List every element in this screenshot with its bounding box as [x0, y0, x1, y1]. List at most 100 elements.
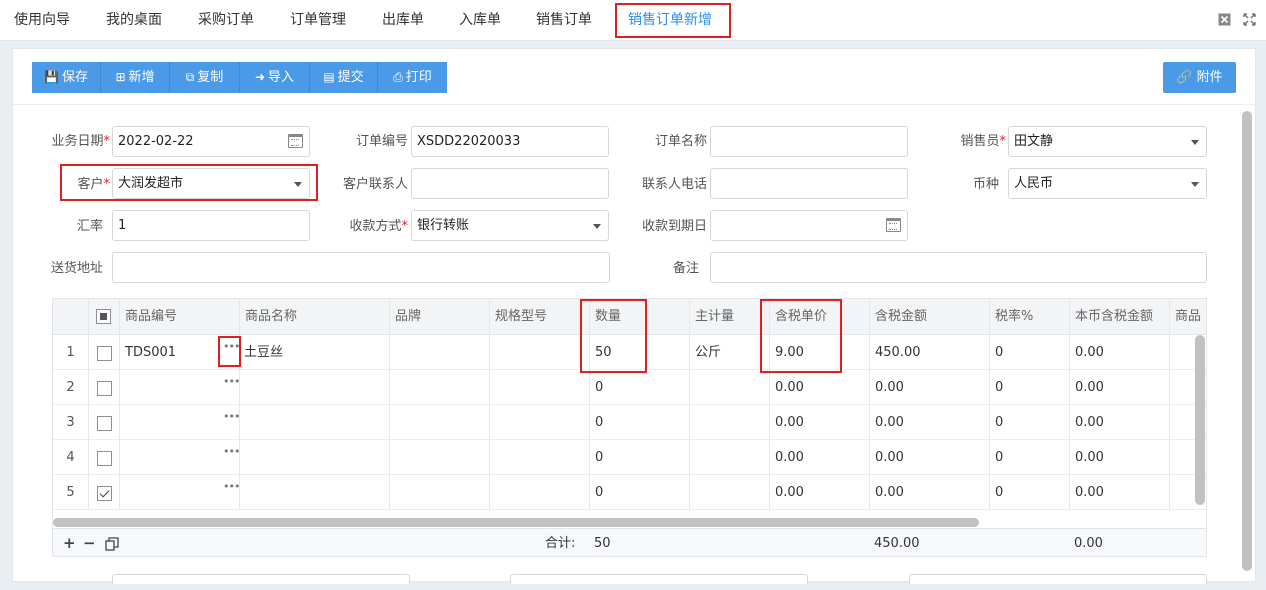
header-more[interactable]: 商品 [1170, 299, 1206, 335]
header-brand[interactable]: 品牌 [390, 299, 490, 335]
cell-tax[interactable]: 0 [990, 335, 1070, 370]
header-qty[interactable]: 数量 [590, 299, 690, 335]
cell-local-amount[interactable]: 0.00 [1070, 475, 1170, 510]
row-checkbox[interactable] [97, 381, 112, 396]
cell-spec[interactable] [490, 405, 590, 440]
tab-guide[interactable]: 使用向导 [14, 0, 70, 40]
cell-unit[interactable] [690, 475, 770, 510]
cell-brand[interactable] [390, 335, 490, 370]
submit-button[interactable]: ▤ 提交 [310, 62, 378, 93]
ellipsis-icon[interactable]: ••• [223, 405, 240, 429]
header-amount[interactable]: 含税金额 [870, 299, 990, 335]
remark-field[interactable] [710, 252, 1207, 283]
cell-local-amount[interactable]: 0.00 [1070, 440, 1170, 475]
header-local-amount[interactable]: 本币含税金额 [1070, 299, 1170, 335]
cell-tax[interactable]: 0 [990, 370, 1070, 405]
ellipsis-icon[interactable]: ••• [223, 335, 240, 359]
copy-row-icon[interactable] [105, 537, 119, 551]
copy-button[interactable]: ⧉ 复制 [170, 62, 240, 93]
header-name[interactable]: 商品名称 [240, 299, 390, 335]
cell-qty[interactable]: 0 [590, 370, 690, 405]
cell-local-amount[interactable]: 0.00 [1070, 370, 1170, 405]
cell-brand[interactable] [390, 370, 490, 405]
due-date-field[interactable] [710, 210, 908, 241]
rate-field[interactable]: 1 [112, 210, 310, 241]
cell-amount[interactable]: 0.00 [870, 370, 990, 405]
cell-amount[interactable]: 0.00 [870, 405, 990, 440]
cell-brand[interactable] [390, 405, 490, 440]
cell-name[interactable] [240, 370, 390, 405]
tab-desktop[interactable]: 我的桌面 [106, 0, 162, 40]
cell-amount[interactable]: 450.00 [870, 335, 990, 370]
cell-spec[interactable] [490, 475, 590, 510]
header-price[interactable]: 含税单价 [770, 299, 870, 335]
table-row[interactable]: 2 0 0.00 0.00 0 0.00 ••• [53, 370, 1206, 405]
order-no-field[interactable]: XSDD22020033 [411, 126, 609, 157]
import-button[interactable]: ➜ 导入 [240, 62, 310, 93]
cell-code[interactable] [120, 440, 240, 475]
cell-local-amount[interactable]: 0.00 [1070, 405, 1170, 440]
contact-phone-field[interactable] [710, 168, 908, 199]
cell-unit[interactable] [690, 405, 770, 440]
cell-qty[interactable]: 0 [590, 405, 690, 440]
cell-spec[interactable] [490, 370, 590, 405]
cell-tax[interactable]: 0 [990, 440, 1070, 475]
cell-price[interactable]: 0.00 [770, 440, 870, 475]
salesman-select[interactable]: 田文静 [1008, 126, 1207, 157]
table-row[interactable]: 4 0 0.00 0.00 0 0.00 ••• [53, 440, 1206, 475]
cell-qty[interactable]: 0 [590, 440, 690, 475]
cell-code[interactable] [120, 370, 240, 405]
currency-select[interactable]: 人民币 [1008, 168, 1207, 199]
print-button[interactable]: ⎙ 打印 [378, 62, 447, 93]
cell-unit[interactable]: 公斤 [690, 335, 770, 370]
save-button[interactable]: 💾 保存 [32, 62, 101, 93]
tab-purchase-order[interactable]: 采购订单 [198, 0, 254, 40]
ellipsis-icon[interactable]: ••• [223, 370, 240, 394]
cell-unit[interactable] [690, 440, 770, 475]
cell-spec[interactable] [490, 335, 590, 370]
header-code[interactable]: 商品编号 [120, 299, 240, 335]
fullscreen-icon[interactable] [1243, 13, 1256, 26]
table-row[interactable]: 3 0 0.00 0.00 0 0.00 ••• [53, 405, 1206, 440]
cell-amount[interactable]: 0.00 [870, 440, 990, 475]
row-checkbox[interactable] [97, 451, 112, 466]
tab-sales-order[interactable]: 销售订单 [536, 0, 592, 40]
horizontal-scrollbar[interactable] [53, 518, 979, 527]
remove-row-icon[interactable]: − [83, 536, 96, 551]
cell-brand[interactable] [390, 440, 490, 475]
cell-price[interactable]: 0.00 [770, 405, 870, 440]
header-spec[interactable]: 规格型号 [490, 299, 590, 335]
cell-qty[interactable]: 0 [590, 475, 690, 510]
table-row[interactable]: 5 0 0.00 0.00 0 0.00 ••• [53, 475, 1206, 510]
tab-order-management[interactable]: 订单管理 [290, 0, 346, 40]
cell-name[interactable] [240, 475, 390, 510]
cell-name[interactable]: 土豆丝 [240, 335, 390, 370]
cell-code[interactable] [120, 405, 240, 440]
row-checkbox[interactable] [97, 486, 112, 501]
add-button[interactable]: ⊞ 新增 [101, 62, 170, 93]
row-checkbox[interactable] [97, 346, 112, 361]
biz-date-field[interactable]: 2022-02-22 [112, 126, 310, 157]
panel-vertical-scrollbar[interactable] [1242, 111, 1252, 571]
cell-spec[interactable] [490, 440, 590, 475]
calendar-icon[interactable] [288, 134, 303, 148]
attachment-button[interactable]: 🔗 附件 [1163, 62, 1236, 93]
cell-brand[interactable] [390, 475, 490, 510]
close-all-icon[interactable] [1218, 13, 1231, 26]
cell-price[interactable]: 0.00 [770, 370, 870, 405]
cell-local-amount[interactable]: 0.00 [1070, 335, 1170, 370]
pay-method-select[interactable]: 银行转账 [411, 210, 609, 241]
calendar-icon[interactable] [886, 218, 901, 232]
header-tax[interactable]: 税率% [990, 299, 1070, 335]
customer-select[interactable]: 大润发超市 [112, 168, 310, 199]
ellipsis-icon[interactable]: ••• [223, 440, 240, 464]
contact-field[interactable] [411, 168, 609, 199]
bottom-field-3[interactable] [909, 574, 1207, 584]
address-field[interactable] [112, 252, 610, 283]
table-row[interactable]: 1 TDS001 土豆丝 50 公斤 9.00 450.00 0 0.00 ••• [53, 335, 1206, 370]
cell-name[interactable] [240, 440, 390, 475]
order-name-field[interactable] [710, 126, 908, 157]
cell-unit[interactable] [690, 370, 770, 405]
cell-code[interactable] [120, 475, 240, 510]
select-all-checkbox[interactable] [96, 309, 111, 324]
